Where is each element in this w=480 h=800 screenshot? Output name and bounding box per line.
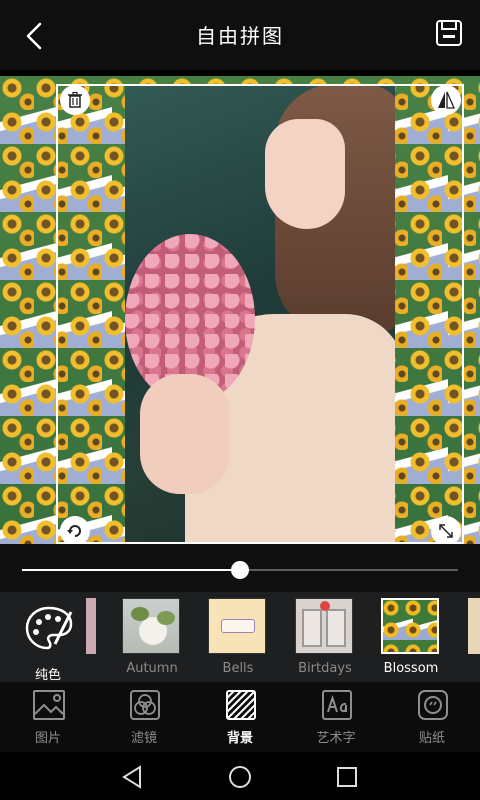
- background-selector: 纯色 Autumn Bells Birtdays Blossom: [0, 592, 480, 683]
- thumb-image: [381, 598, 439, 654]
- filter-icon: [130, 690, 160, 720]
- trash-icon: [68, 91, 82, 108]
- save-button[interactable]: [434, 18, 464, 48]
- thumb-image: [122, 598, 180, 654]
- bg-option-bells[interactable]: Bells: [208, 598, 268, 678]
- tool-label: 背景: [226, 731, 253, 746]
- bottom-toolbar: 图片 滤镜 背景 艺术字 贴纸: [0, 682, 480, 752]
- solid-color-label: 纯色: [34, 668, 61, 683]
- resize-icon: [439, 524, 453, 538]
- tool-label: 图片: [34, 731, 61, 746]
- circle-home-icon: [229, 766, 251, 788]
- tool-text-art[interactable]: 艺术字: [288, 682, 384, 752]
- square-recents-icon: [337, 767, 357, 787]
- save-icon: [436, 20, 462, 46]
- thumb-image: [295, 598, 353, 654]
- bg-option-birtdays[interactable]: Birtdays: [295, 598, 355, 678]
- palette-icon: [25, 606, 73, 650]
- thumb-image: [208, 598, 266, 654]
- bg-option-label: Blossom: [383, 661, 439, 676]
- solid-color-option[interactable]: 纯色: [18, 600, 78, 683]
- triangle-back-icon: [122, 765, 141, 789]
- tool-background[interactable]: 背景: [192, 682, 288, 752]
- image-icon: [33, 690, 65, 720]
- bg-option-label: Autumn: [126, 661, 178, 676]
- bg-option-label: Bells: [222, 661, 254, 676]
- page-title: 自由拼图: [196, 24, 284, 48]
- slider-fill: [22, 569, 240, 571]
- slider-track[interactable]: [22, 561, 458, 579]
- tool-image[interactable]: 图片: [0, 682, 96, 752]
- slider-thumb[interactable]: [231, 561, 249, 579]
- rotate-button[interactable]: [60, 516, 90, 544]
- bg-option-blossom[interactable]: Blossom: [381, 598, 441, 678]
- tool-label: 滤镜: [130, 731, 157, 746]
- selection-frame: [56, 84, 464, 544]
- resize-button[interactable]: [431, 516, 461, 544]
- rotate-icon: [67, 525, 81, 537]
- system-nav-bar: [0, 752, 480, 800]
- nav-recents-button[interactable]: [334, 764, 360, 790]
- tool-sticker[interactable]: 贴纸: [384, 682, 480, 752]
- collage-canvas[interactable]: [0, 76, 480, 544]
- nav-home-button[interactable]: [227, 764, 253, 790]
- sticker-icon: [418, 690, 448, 720]
- delete-button[interactable]: [60, 85, 90, 115]
- tool-label: 贴纸: [418, 731, 445, 746]
- adjust-slider: [0, 544, 480, 592]
- background-icon: [226, 690, 256, 720]
- bg-option-autumn[interactable]: Autumn: [122, 598, 182, 678]
- partial-thumb[interactable]: [86, 598, 96, 654]
- bg-option-label: Birtdays: [298, 661, 352, 676]
- text-art-icon: [322, 690, 352, 720]
- tool-filter[interactable]: 滤镜: [96, 682, 192, 752]
- tool-label: 艺术字: [316, 731, 356, 746]
- top-bar: 自由拼图: [0, 0, 480, 70]
- partial-thumb[interactable]: [468, 598, 480, 654]
- nav-back-button[interactable]: [120, 764, 146, 790]
- flip-button[interactable]: [431, 85, 461, 115]
- flip-icon: [438, 91, 455, 109]
